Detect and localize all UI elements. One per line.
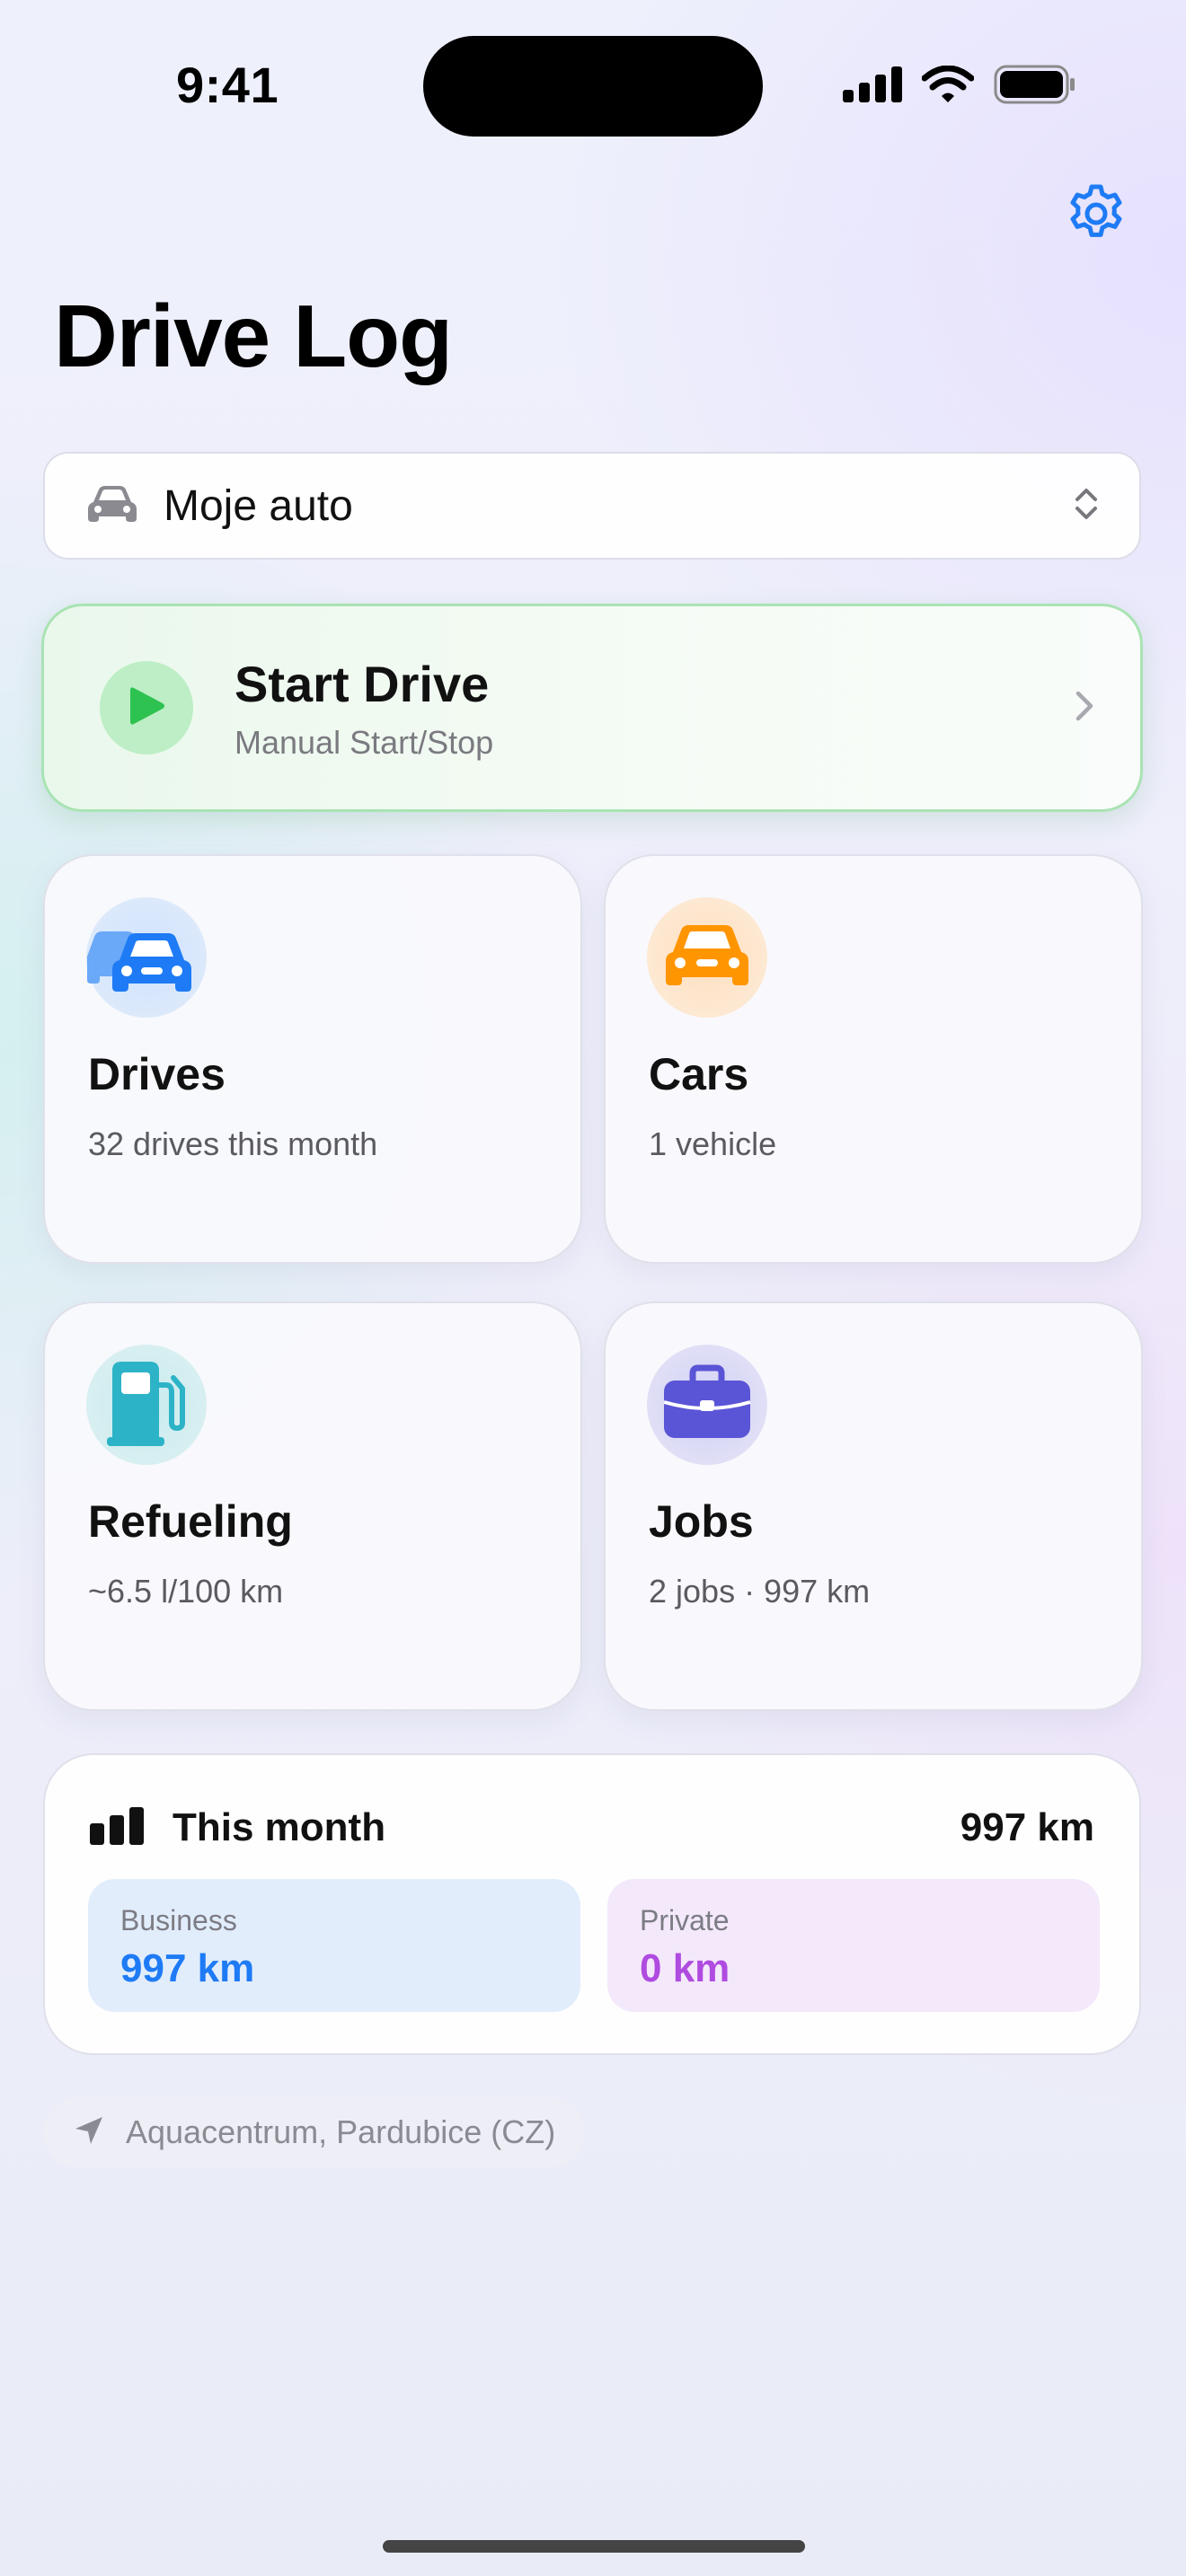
settings-button[interactable] (1060, 180, 1132, 251)
business-stat: Business 997 km (88, 1879, 580, 2012)
gear-icon (1064, 181, 1128, 251)
start-drive-title: Start Drive (235, 655, 490, 712)
dynamic-island (423, 36, 763, 137)
refueling-icon-circle (86, 1345, 207, 1465)
location-arrow-icon (72, 2113, 106, 2152)
start-drive-text: Start Drive Manual Start/Stop (235, 655, 1074, 762)
cars-subtitle: 1 vehicle (649, 1125, 777, 1162)
two-cars-icon (84, 915, 209, 1001)
up-down-chevron-icon (1073, 486, 1100, 526)
this-month-total: 997 km (960, 1805, 1094, 1849)
car-picker[interactable]: Moje auto (43, 452, 1141, 560)
jobs-title: Jobs (649, 1496, 754, 1547)
start-drive-subtitle: Manual Start/Stop (235, 723, 494, 761)
refueling-subtitle: ~6.5 l/100 km (88, 1573, 284, 1610)
drives-tile[interactable]: Drives 32 drives this month (43, 854, 582, 1264)
drives-icon-circle (86, 897, 207, 1018)
fuel-pump-icon (103, 1358, 190, 1452)
this-month-card: This month 997 km Business 997 km Privat… (43, 1753, 1141, 2055)
drives-subtitle: 32 drives this month (88, 1125, 378, 1162)
page-title: Drive Log (54, 287, 453, 385)
location-text: Aquacentrum, Pardubice (CZ) (126, 2113, 556, 2150)
car-icon (86, 484, 138, 528)
play-icon (127, 684, 166, 732)
business-value: 997 km (120, 1946, 255, 1990)
refueling-title: Refueling (88, 1496, 293, 1547)
jobs-subtitle: 2 jobs · 997 km (649, 1573, 871, 1610)
jobs-tile[interactable]: Jobs 2 jobs · 997 km (604, 1301, 1143, 1711)
this-month-title: This month (173, 1805, 386, 1849)
cellular-signal-icon (843, 66, 902, 107)
battery-icon (994, 65, 1076, 109)
status-bar: 9:41 (0, 0, 1186, 171)
play-icon-circle (100, 661, 193, 754)
cars-icon-circle (647, 897, 767, 1018)
home-indicator[interactable] (383, 2540, 805, 2553)
briefcase-icon (662, 1364, 752, 1446)
jobs-icon-circle (647, 1345, 767, 1465)
car-picker-label: Moje auto (164, 481, 353, 530)
this-month-header: This month 997 km (90, 1805, 1094, 1850)
business-label: Business (120, 1904, 237, 1936)
bar-chart-icon (90, 1806, 146, 1849)
start-drive-button[interactable]: Start Drive Manual Start/Stop (41, 604, 1143, 812)
private-stat: Private 0 km (607, 1879, 1100, 2012)
car-icon (662, 920, 752, 996)
status-time: 9:41 (176, 57, 279, 113)
chevron-right-icon (1074, 688, 1095, 728)
private-label: Private (640, 1904, 730, 1936)
cars-tile[interactable]: Cars 1 vehicle (604, 854, 1143, 1264)
cars-title: Cars (649, 1049, 749, 1099)
wifi-icon (921, 65, 975, 108)
status-icons (843, 65, 1076, 109)
drives-title: Drives (88, 1049, 226, 1099)
private-value: 0 km (640, 1946, 730, 1990)
location-pill[interactable]: Aquacentrum, Pardubice (CZ) (43, 2097, 585, 2167)
refueling-tile[interactable]: Refueling ~6.5 l/100 km (43, 1301, 582, 1711)
